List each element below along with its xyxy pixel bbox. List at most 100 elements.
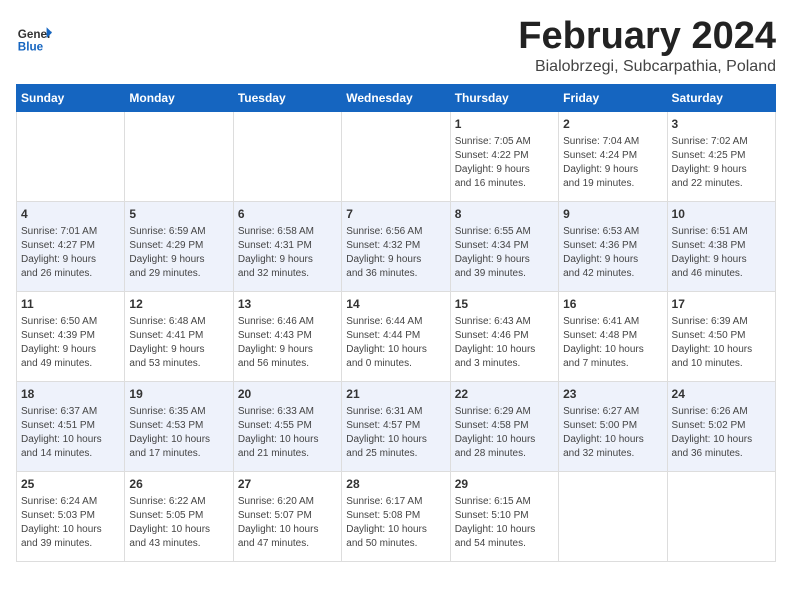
calendar-cell: 8 Sunrise: 6:55 AM Sunset: 4:34 PM Daylig…	[450, 201, 558, 291]
day-number: 1	[455, 116, 554, 133]
calendar-cell: 4Sunrise: 7:01 AM Sunset: 4:27 PM Daylig…	[17, 201, 125, 291]
calendar-cell: 28Sunrise: 6:17 AM Sunset: 5:08 PM Dayli…	[342, 471, 450, 561]
day-number: 22	[455, 386, 554, 403]
day-content: Sunrise: 6:43 AM Sunset: 4:46 PM Dayligh…	[455, 315, 554, 371]
logo: General Blue	[16, 20, 52, 56]
day-number: 21	[346, 386, 445, 403]
day-content: Sunrise: 6:59 AM Sunset: 4:29 PM Dayligh…	[129, 225, 228, 281]
calendar-cell: 13Sunrise: 6:46 AM Sunset: 4:43 PM Dayli…	[233, 291, 341, 381]
day-number: 6	[238, 206, 337, 223]
calendar-cell: 29 Sunrise: 6:15 AM Sunset: 5:10 PM Dayli…	[450, 471, 558, 561]
calendar-cell: 14 Sunrise: 6:44 AM Sunset: 4:44 PM Dayli…	[342, 291, 450, 381]
calendar-cell: 26 Sunrise: 6:22 AM Sunset: 5:05 PM Dayli…	[125, 471, 233, 561]
day-number: 16	[563, 296, 662, 313]
header-day-friday: Friday	[559, 84, 667, 111]
day-content: Sunrise: 6:33 AM Sunset: 4:55 PM Dayligh…	[238, 405, 337, 461]
day-number: 10	[672, 206, 771, 223]
subtitle: Bialobrzegi, Subcarpathia, Poland	[518, 58, 776, 76]
day-content: Sunrise: 6:53 AM Sunset: 4:36 PM Dayligh…	[563, 225, 662, 281]
day-content: Sunrise: 6:50 AM Sunset: 4:39 PM Dayligh…	[21, 315, 120, 371]
calendar-cell: 20 Sunrise: 6:33 AM Sunset: 4:55 PM Dayli…	[233, 381, 341, 471]
day-number: 25	[21, 476, 120, 493]
day-content: Sunrise: 7:05 AM Sunset: 4:22 PM Dayligh…	[455, 135, 554, 191]
calendar-cell: 17 Sunrise: 6:39 AM Sunset: 4:50 PM Dayli…	[667, 291, 775, 381]
day-content: Sunrise: 6:15 AM Sunset: 5:10 PM Dayligh…	[455, 495, 554, 551]
day-content: Sunrise: 6:35 AM Sunset: 4:53 PM Dayligh…	[129, 405, 228, 461]
calendar-cell: 3 Sunrise: 7:02 AM Sunset: 4:25 PM Daylig…	[667, 111, 775, 201]
day-content: Sunrise: 6:31 AM Sunset: 4:57 PM Dayligh…	[346, 405, 445, 461]
calendar-cell: 1 Sunrise: 7:05 AM Sunset: 4:22 PM Daylig…	[450, 111, 558, 201]
calendar-cell: 2 Sunrise: 7:04 AM Sunset: 4:24 PM Daylig…	[559, 111, 667, 201]
day-content: Sunrise: 7:02 AM Sunset: 4:25 PM Dayligh…	[672, 135, 771, 191]
calendar-cell: 27 Sunrise: 6:20 AM Sunset: 5:07 PM Dayli…	[233, 471, 341, 561]
day-content: Sunrise: 6:55 AM Sunset: 4:34 PM Dayligh…	[455, 225, 554, 281]
header-day-sunday: Sunday	[17, 84, 125, 111]
calendar-week-3: 11 Sunrise: 6:50 AM Sunset: 4:39 PM Dayli…	[17, 291, 776, 381]
day-content: Sunrise: 6:48 AM Sunset: 4:41 PM Dayligh…	[129, 315, 228, 371]
day-content: Sunrise: 6:27 AM Sunset: 5:00 PM Dayligh…	[563, 405, 662, 461]
day-content: Sunrise: 6:44 AM Sunset: 4:44 PM Dayligh…	[346, 315, 445, 371]
day-content: Sunrise: 6:37 AM Sunset: 4:51 PM Dayligh…	[21, 405, 120, 461]
calendar-cell: 9 Sunrise: 6:53 AM Sunset: 4:36 PM Daylig…	[559, 201, 667, 291]
calendar-cell: 15 Sunrise: 6:43 AM Sunset: 4:46 PM Dayli…	[450, 291, 558, 381]
day-number: 18	[21, 386, 120, 403]
header-day-tuesday: Tuesday	[233, 84, 341, 111]
header-day-wednesday: Wednesday	[342, 84, 450, 111]
day-number: 23	[563, 386, 662, 403]
day-content: Sunrise: 6:20 AM Sunset: 5:07 PM Dayligh…	[238, 495, 337, 551]
day-number: 9	[563, 206, 662, 223]
calendar-week-4: 18 Sunrise: 6:37 AM Sunset: 4:51 PM Dayli…	[17, 381, 776, 471]
day-number: 5	[129, 206, 228, 223]
header-day-monday: Monday	[125, 84, 233, 111]
calendar-cell: 24 Sunrise: 6:26 AM Sunset: 5:02 PM Dayli…	[667, 381, 775, 471]
day-number: 20	[238, 386, 337, 403]
header-day-saturday: Saturday	[667, 84, 775, 111]
day-number: 2	[563, 116, 662, 133]
calendar-table: SundayMondayTuesdayWednesdayThursdayFrid…	[16, 84, 776, 562]
header-day-thursday: Thursday	[450, 84, 558, 111]
title-block: February 2024 Bialobrzegi, Subcarpathia,…	[518, 16, 776, 76]
day-number: 27	[238, 476, 337, 493]
day-number: 24	[672, 386, 771, 403]
day-content: Sunrise: 7:04 AM Sunset: 4:24 PM Dayligh…	[563, 135, 662, 191]
day-number: 12	[129, 296, 228, 313]
calendar-cell	[342, 111, 450, 201]
calendar-cell	[667, 471, 775, 561]
day-number: 26	[129, 476, 228, 493]
header-row: SundayMondayTuesdayWednesdayThursdayFrid…	[17, 84, 776, 111]
calendar-cell: 12 Sunrise: 6:48 AM Sunset: 4:41 PM Dayli…	[125, 291, 233, 381]
day-number: 29	[455, 476, 554, 493]
calendar-cell: 22Sunrise: 6:29 AM Sunset: 4:58 PM Dayli…	[450, 381, 558, 471]
day-number: 11	[21, 296, 120, 313]
calendar-cell: 11 Sunrise: 6:50 AM Sunset: 4:39 PM Dayli…	[17, 291, 125, 381]
calendar-cell	[233, 111, 341, 201]
day-number: 13	[238, 296, 337, 313]
day-number: 8	[455, 206, 554, 223]
day-number: 15	[455, 296, 554, 313]
calendar-cell: 18 Sunrise: 6:37 AM Sunset: 4:51 PM Dayli…	[17, 381, 125, 471]
day-number: 4	[21, 206, 120, 223]
day-number: 19	[129, 386, 228, 403]
calendar-cell: 23 Sunrise: 6:27 AM Sunset: 5:00 PM Dayli…	[559, 381, 667, 471]
day-content: Sunrise: 6:26 AM Sunset: 5:02 PM Dayligh…	[672, 405, 771, 461]
calendar-body: 1 Sunrise: 7:05 AM Sunset: 4:22 PM Daylig…	[17, 111, 776, 561]
logo-icon: General Blue	[16, 20, 52, 56]
day-content: Sunrise: 6:22 AM Sunset: 5:05 PM Dayligh…	[129, 495, 228, 551]
calendar-cell: 5 Sunrise: 6:59 AM Sunset: 4:29 PM Daylig…	[125, 201, 233, 291]
main-title: February 2024	[518, 16, 776, 58]
calendar-cell: 19 Sunrise: 6:35 AM Sunset: 4:53 PM Dayli…	[125, 381, 233, 471]
day-number: 14	[346, 296, 445, 313]
day-number: 17	[672, 296, 771, 313]
page-header: General Blue February 2024 Bialobrzegi, …	[16, 16, 776, 76]
calendar-cell: 16Sunrise: 6:41 AM Sunset: 4:48 PM Dayli…	[559, 291, 667, 381]
calendar-cell: 21 Sunrise: 6:31 AM Sunset: 4:57 PM Dayli…	[342, 381, 450, 471]
calendar-week-1: 1 Sunrise: 7:05 AM Sunset: 4:22 PM Daylig…	[17, 111, 776, 201]
calendar-cell: 10 Sunrise: 6:51 AM Sunset: 4:38 PM Dayli…	[667, 201, 775, 291]
day-content: Sunrise: 6:39 AM Sunset: 4:50 PM Dayligh…	[672, 315, 771, 371]
day-content: Sunrise: 6:58 AM Sunset: 4:31 PM Dayligh…	[238, 225, 337, 281]
day-content: Sunrise: 6:24 AM Sunset: 5:03 PM Dayligh…	[21, 495, 120, 551]
day-content: Sunrise: 6:51 AM Sunset: 4:38 PM Dayligh…	[672, 225, 771, 281]
calendar-cell: 7Sunrise: 6:56 AM Sunset: 4:32 PM Daylig…	[342, 201, 450, 291]
calendar-header: SundayMondayTuesdayWednesdayThursdayFrid…	[17, 84, 776, 111]
day-number: 3	[672, 116, 771, 133]
